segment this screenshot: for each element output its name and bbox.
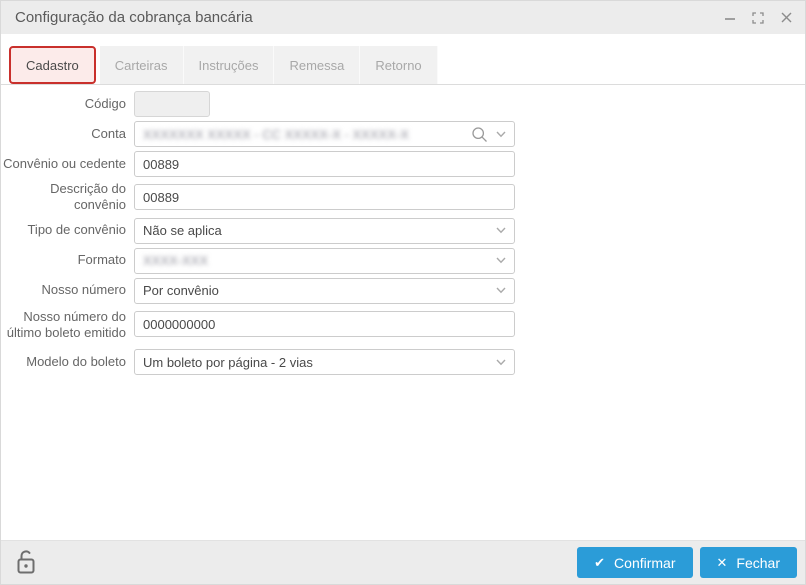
maximize-icon[interactable] — [751, 11, 765, 25]
field-row-modelo-boleto: Modelo do boleto Um boleto por página - … — [1, 349, 805, 375]
tab-carteiras[interactable]: Carteiras — [99, 46, 184, 84]
convenio-cedente-label: Convênio ou cedente — [3, 155, 126, 171]
tab-remessa[interactable]: Remessa — [274, 46, 361, 84]
field-row-formato: Formato XXXX-XXX — [1, 247, 805, 274]
descricao-convenio-label: Descrição do convênio — [50, 181, 126, 213]
ultimo-boleto-input[interactable] — [134, 311, 515, 338]
modelo-boleto-value: Um boleto por página - 2 vias — [143, 354, 313, 370]
chevron-down-icon — [496, 287, 506, 294]
nosso-numero-label: Nosso número — [41, 282, 126, 298]
codigo-input — [134, 91, 210, 117]
tipo-convenio-value: Não se aplica — [143, 223, 222, 238]
field-row-nosso-numero: Nosso número Por convênio — [1, 277, 805, 304]
tipo-convenio-label: Tipo de convênio — [27, 222, 126, 238]
chevron-down-icon — [496, 257, 506, 264]
footer-bar: ✔ Confirmar ✕ Fechar — [1, 540, 805, 584]
field-row-codigo: Código — [1, 91, 805, 117]
close-button-label: Fechar — [736, 554, 780, 571]
dialog-window: Configuração da cobrança bancária Cadast… — [0, 0, 806, 585]
formato-redacted-value: XXXX-XXX — [143, 253, 209, 268]
window-controls — [723, 11, 793, 25]
codigo-label: Código — [84, 95, 126, 111]
tab-strip: Cadastro Carteiras Instruções Remessa Re… — [1, 34, 805, 85]
search-icon[interactable] — [471, 126, 488, 143]
dialog-title: Configuração da cobrança bancária — [15, 9, 253, 26]
minimize-icon[interactable] — [723, 11, 737, 25]
tab-bar: Cadastro Carteiras Instruções Remessa Re… — [1, 46, 805, 85]
formato-label: Formato — [77, 252, 126, 268]
conta-combobox[interactable]: XXXXXXX XXXXX - CC XXXXX-X - XXXXX-X — [134, 121, 515, 147]
close-icon[interactable] — [779, 11, 793, 25]
unlock-icon[interactable] — [15, 549, 37, 576]
chevron-down-icon — [496, 359, 506, 366]
field-row-descricao-convenio: Descrição do convênio — [1, 181, 805, 214]
conta-label: Conta — [91, 125, 126, 141]
confirm-button[interactable]: ✔ Confirmar — [577, 547, 693, 578]
tab-cadastro[interactable]: Cadastro — [9, 46, 96, 84]
close-button[interactable]: ✕ Fechar — [699, 547, 797, 578]
tab-retorno[interactable]: Retorno — [360, 46, 438, 84]
chevron-down-icon — [496, 227, 506, 234]
descricao-convenio-input[interactable] — [134, 184, 515, 211]
nosso-numero-select[interactable]: Por convênio — [134, 277, 515, 304]
title-bar: Configuração da cobrança bancária — [1, 1, 805, 34]
confirm-button-label: Confirmar — [614, 554, 676, 571]
chevron-down-icon[interactable] — [496, 131, 506, 138]
convenio-cedente-input[interactable] — [134, 151, 515, 177]
modelo-boleto-select[interactable]: Um boleto por página - 2 vias — [134, 349, 515, 375]
tab-instrucoes[interactable]: Instruções — [183, 46, 275, 84]
field-row-conta: Conta XXXXXXX XXXXX - CC XXXXX-X - XXXXX… — [1, 121, 805, 147]
ultimo-boleto-label: Nosso número do último boleto emitido — [6, 308, 126, 340]
nosso-numero-value: Por convênio — [143, 283, 219, 298]
form-panel: Código Conta XXXXXXX XXXXX - CC XXXXX-X … — [1, 85, 805, 540]
formato-select[interactable]: XXXX-XXX — [134, 247, 515, 274]
conta-redacted-value: XXXXXXX XXXXX - CC XXXXX-X - XXXXX-X — [143, 126, 409, 142]
check-icon: ✔ — [594, 555, 606, 570]
field-row-ultimo-boleto: Nosso número do último boleto emitido — [1, 308, 805, 342]
modelo-boleto-label: Modelo do boleto — [26, 353, 126, 369]
x-icon: ✕ — [716, 555, 728, 570]
field-row-tipo-convenio: Tipo de convênio Não se aplica — [1, 217, 805, 244]
tipo-convenio-select[interactable]: Não se aplica — [134, 217, 515, 244]
field-row-convenio-cedente: Convênio ou cedente — [1, 151, 805, 177]
